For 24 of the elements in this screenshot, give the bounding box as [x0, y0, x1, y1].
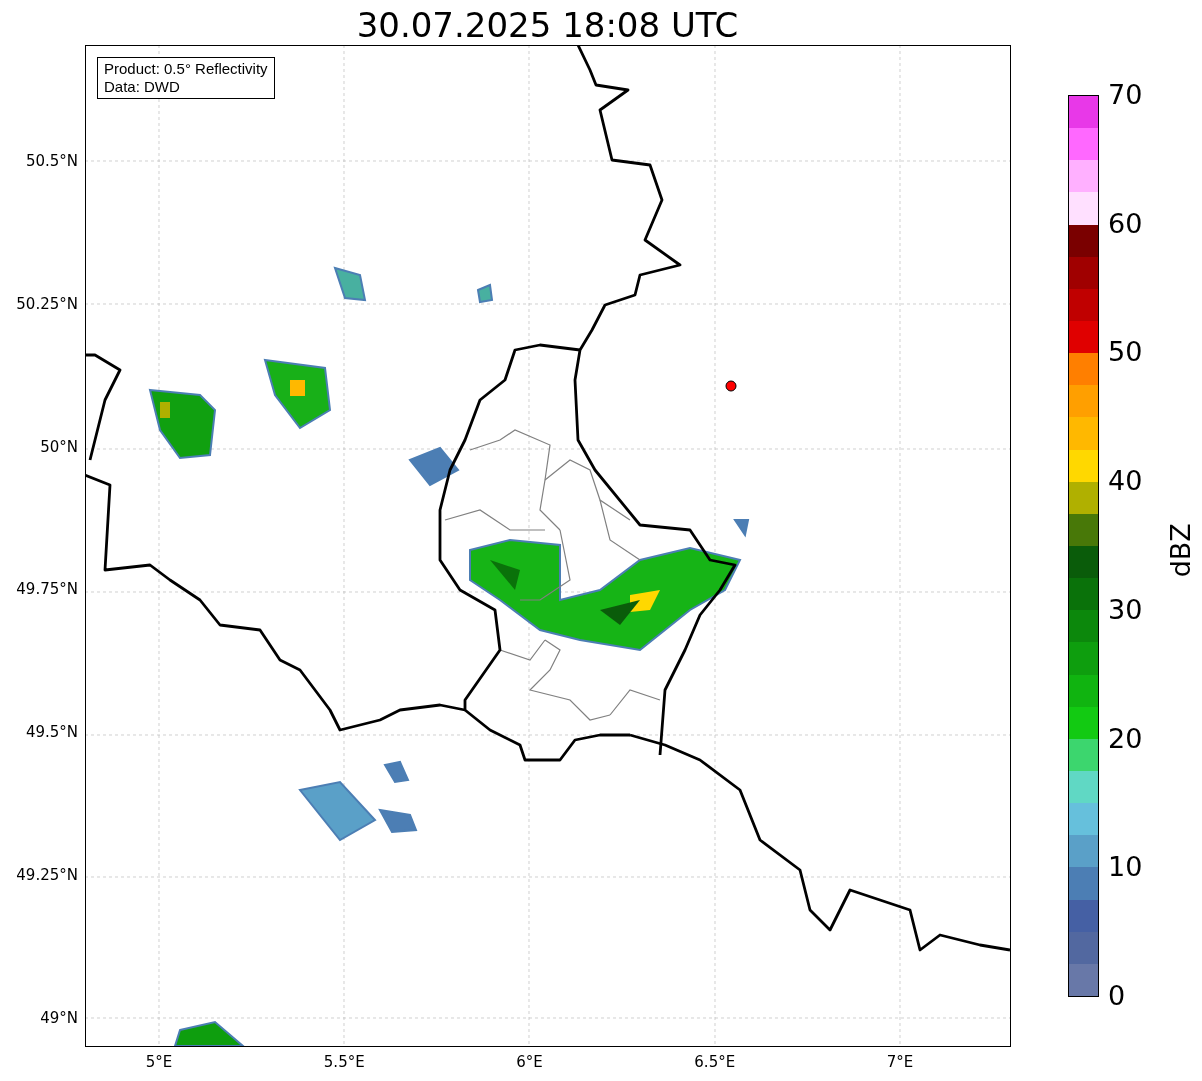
info-text: Data: DWD: [104, 78, 181, 96]
y-tick-label: 50.25°N: [15, 293, 78, 314]
y-tick-label: 49.25°N: [15, 865, 78, 885]
x-tick-label: 7°E: [885, 1052, 915, 1072]
info-text: Product: 0.5° Reflectivity: [104, 60, 268, 78]
colorbar-tick-label: 30: [1108, 593, 1143, 626]
x-tick-label: 5°E: [144, 1052, 174, 1072]
colorbar-tick-label: 20: [1108, 722, 1143, 755]
y-tick-label: 50.5°N: [24, 151, 78, 171]
x-tick-label: 6.5°E: [693, 1052, 737, 1072]
colorbar-tick-label: 40: [1108, 465, 1143, 498]
colorbar-tick-label: 10: [1108, 851, 1143, 884]
y-tick-label: 49.5°N: [24, 722, 78, 743]
colorbar-label: dBZ: [1163, 521, 1197, 580]
chart-title: 30.07.2025 18:08 UTC: [355, 4, 740, 47]
colorbar-tick-label: 70: [1108, 79, 1143, 111]
x-tick-label: 6°E: [515, 1052, 544, 1072]
colorbar-tick-label: 50: [1108, 336, 1143, 369]
x-tick-label: 5.5°E: [322, 1052, 366, 1072]
colorbar-tick-label: 60: [1108, 207, 1143, 240]
colorbar-tick-label: 0: [1108, 980, 1126, 1012]
y-tick-label: 49°N: [39, 1007, 78, 1028]
y-tick-label: 49.75°N: [15, 579, 78, 600]
y-tick-label: 50°N: [39, 436, 78, 457]
